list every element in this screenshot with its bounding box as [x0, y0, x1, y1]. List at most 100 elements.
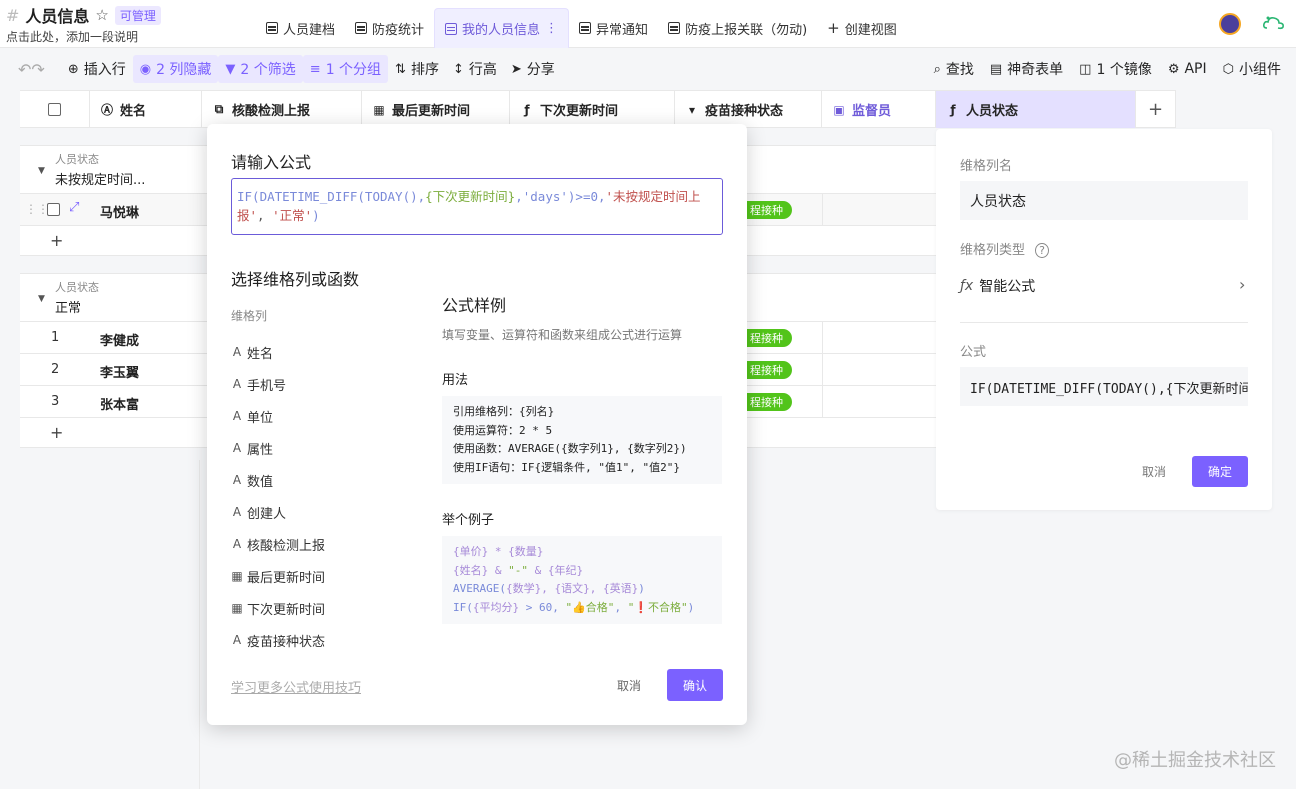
insert-row-button[interactable]: ⊕ 插入行 [61, 55, 133, 83]
formula-icon: ƒ [524, 102, 530, 117]
row-number: 3 [51, 394, 60, 409]
help-icon[interactable]: ? [1035, 243, 1049, 258]
field-item[interactable]: A 数值 [231, 464, 421, 496]
description-text[interactable]: 点击此处，添加一段说明 [6, 28, 161, 45]
name-cell[interactable]: 李健成 [100, 330, 139, 349]
cloud-icon[interactable] [1262, 14, 1286, 32]
column-header-person-status[interactable]: ƒ 人员状态 [936, 91, 1136, 128]
column-label: 下次更新时间 [540, 104, 619, 119]
confirm-button[interactable]: 确认 [667, 669, 723, 701]
page-title[interactable]: 人员信息 [25, 3, 89, 27]
example-line: {姓名} & "-" & {年纪} [453, 563, 584, 577]
field-list: 维格列 A 姓名 A 手机号 A 单位 A 属性 A 数值 A 创建人 A 核酸检测上报 ▦ 最… [231, 300, 421, 664]
text-icon: A [232, 345, 242, 359]
text-icon: A [232, 633, 242, 647]
panel-cancel-button[interactable]: 取消 [1142, 463, 1166, 480]
star-icon[interactable]: ☆ [95, 6, 108, 24]
add-column-button[interactable]: + [1136, 91, 1176, 128]
text-icon: A [232, 537, 242, 551]
select-all-cell[interactable] [20, 91, 90, 128]
tab-report-link[interactable]: 防疫上报关联（勿动) [658, 8, 817, 48]
field-name: 手机号 [247, 378, 287, 394]
cell-divider [822, 322, 823, 354]
drag-handle-icon[interactable]: ⋮⋮ [25, 202, 49, 216]
widget-button[interactable]: ⬡ 小组件 [1216, 55, 1288, 83]
vaccine-badge: 程接种 [742, 361, 792, 379]
permission-badge: 可管理 [114, 5, 161, 25]
more-icon[interactable]: ⋮ [545, 21, 558, 36]
field-item[interactable]: ▦ 最后更新时间 [231, 560, 421, 592]
formula-input[interactable]: IF(DATETIME_DIFF(TODAY(),{下次更新时间},'days'… [231, 178, 723, 235]
row-height-button[interactable]: ↕ 行高 [446, 55, 504, 83]
field-item[interactable]: A 姓名 [231, 336, 421, 368]
eye-icon: ◉ [139, 61, 152, 77]
learn-more-link[interactable]: 学习更多公式使用技巧 [231, 677, 361, 696]
column-header-last-update[interactable]: ▦ 最后更新时间 [362, 91, 510, 128]
select-all-checkbox[interactable] [48, 103, 61, 116]
example-line: AVERAGE({数学}, {语文}, {英语}) [453, 582, 645, 595]
field-item[interactable]: A 疫苗接种状态 [231, 624, 421, 656]
single-select-icon: ▾ [688, 102, 696, 117]
text-icon: A [232, 377, 242, 391]
tab-label: 人员建档 [283, 22, 336, 38]
sort-icon: ⇅ [395, 61, 406, 77]
name-cell[interactable]: 马悦琳 [100, 202, 139, 221]
field-item[interactable]: A 创建人 [231, 496, 421, 528]
column-type-value: 智能公式 [979, 279, 1036, 295]
caret-down-icon[interactable]: ▼ [38, 166, 45, 176]
avatar[interactable] [1219, 13, 1241, 35]
magic-form-button[interactable]: ▤ 神奇表单 [983, 55, 1070, 83]
insert-row-label: 插入行 [83, 62, 126, 78]
row-checkbox[interactable] [47, 203, 60, 216]
watermark: @稀土掘金技术社区 [1114, 750, 1276, 771]
field-item[interactable]: A 属性 [231, 432, 421, 464]
hash-icon: # [6, 5, 20, 25]
field-name: 下次更新时间 [247, 602, 326, 618]
field-name: 姓名 [247, 346, 274, 362]
column-header-supervisor[interactable]: ▣ 监督员 [822, 91, 936, 128]
column-header-vaccine-status[interactable]: ▾ 疫苗接种状态 [675, 91, 822, 128]
tab-people-archive[interactable]: 人员建档 [256, 8, 345, 48]
field-item[interactable]: A 手机号 [231, 368, 421, 400]
column-header-row: Ⓐ 姓名 ⧉ 核酸检测上报 ▦ 最后更新时间 ƒ 下次更新时间 ▾ 疫苗接种状态 ▣ 监督员… [20, 90, 1176, 128]
hidden-columns-button[interactable]: ◉ 2 列隐藏 [132, 55, 219, 83]
group-button[interactable]: ≡ 1 个分组 [302, 55, 389, 83]
name-cell[interactable]: 李玉翼 [100, 362, 139, 381]
name-cell[interactable]: 张本富 [100, 394, 139, 413]
text-icon: A [232, 409, 242, 423]
field-item[interactable]: A 单位 [231, 400, 421, 432]
redo-icon[interactable]: ↷ [31, 60, 44, 79]
filter-button[interactable]: ▼ 2 个筛选 [218, 55, 303, 83]
panel-ok-button[interactable]: 确定 [1192, 456, 1248, 487]
expand-icon[interactable]: ⤢ [69, 200, 79, 215]
plus-icon: + [50, 423, 64, 442]
formula-samples: 公式样例 填写变量、运算符和函数来组成公式进行运算 用法 引用维格列：{列名} … [442, 292, 722, 649]
tab-anomaly-notice[interactable]: 异常通知 [569, 8, 658, 48]
field-item[interactable]: ▦ 下次更新时间 [231, 592, 421, 624]
vaccine-badge: 程接种 [742, 201, 792, 219]
mirror-button[interactable]: ◫ 1 个镜像 [1072, 55, 1159, 83]
column-name-input[interactable]: 人员状态 [960, 181, 1248, 220]
formula-field[interactable]: IF(DATETIME_DIFF(TODAY(),{下次更新时间},'days'… [960, 367, 1248, 406]
column-header-name[interactable]: Ⓐ 姓名 [90, 91, 202, 128]
cancel-button[interactable]: 取消 [617, 677, 641, 694]
api-button[interactable]: ⚙ API [1161, 55, 1214, 83]
caret-down-icon[interactable]: ▼ [38, 294, 45, 304]
find-label: 查找 [945, 62, 974, 78]
share-button[interactable]: ➤ 分享 [504, 55, 562, 83]
column-header-next-update[interactable]: ƒ 下次更新时间 [510, 91, 675, 128]
find-button[interactable]: ⌕ 查找 [927, 55, 981, 83]
sort-button[interactable]: ⇅ 排序 [388, 55, 446, 83]
search-icon: ⌕ [933, 61, 941, 77]
tab-my-people-info[interactable]: 我的人员信息 ⋮ [434, 8, 570, 48]
group-field-label: 人员状态 [55, 153, 99, 166]
tab-epidemic-stats[interactable]: 防疫统计 [345, 8, 434, 48]
chevron-right-icon[interactable]: › [1239, 275, 1245, 294]
column-type-select[interactable]: ƒx 智能公式 [960, 276, 1035, 296]
column-header-nucleic-report[interactable]: ⧉ 核酸检测上报 [202, 91, 362, 128]
field-item[interactable]: A 核酸检测上报 [231, 528, 421, 560]
field-name: 数值 [247, 474, 274, 490]
undo-icon[interactable]: ↶ [18, 60, 31, 79]
title-area: # 人员信息 ☆ 可管理 点击此处，添加一段说明 [6, 4, 161, 45]
create-view-button[interactable]: + 创建视图 [817, 8, 907, 48]
